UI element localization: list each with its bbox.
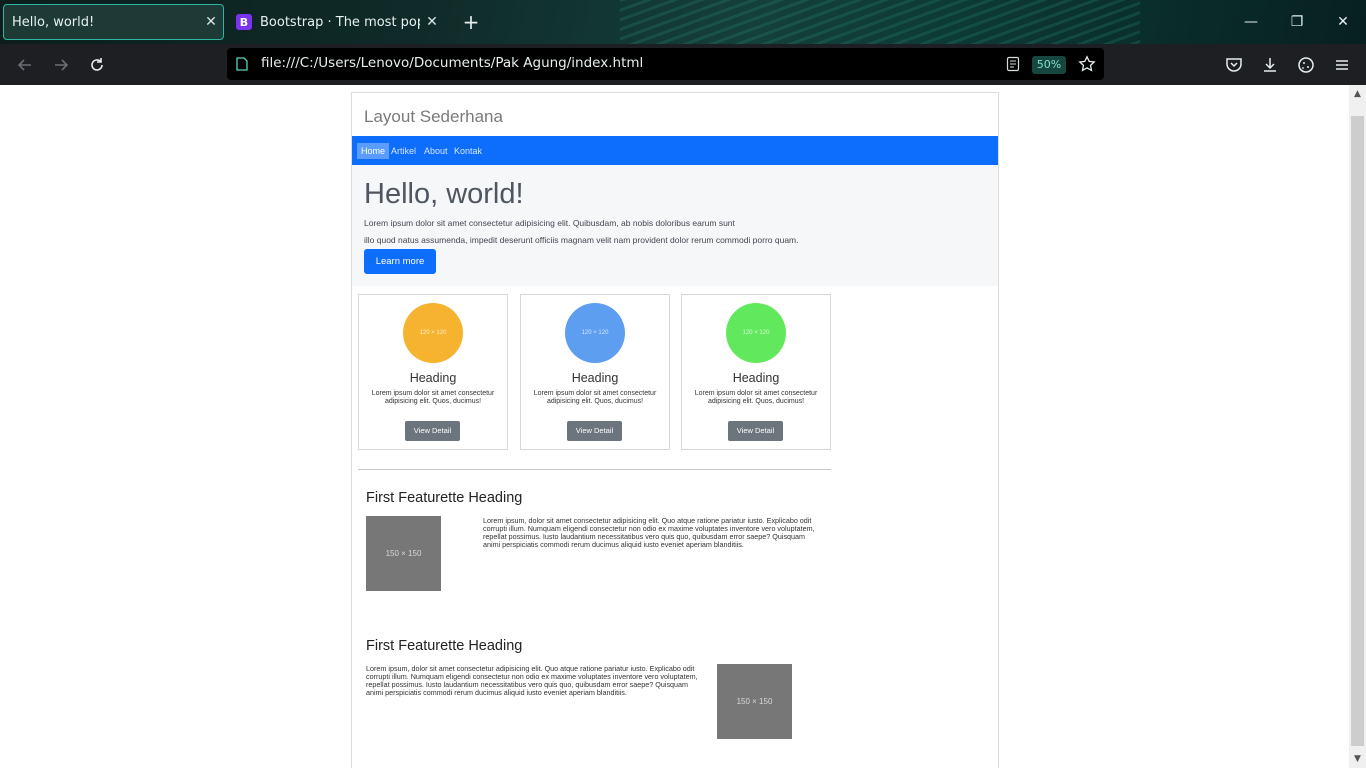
tab-title: Bootstrap · The most popular HTML: [260, 14, 420, 30]
card-heading: Heading: [409, 371, 457, 385]
downloads-button[interactable]: [1257, 52, 1283, 78]
view-detail-button[interactable]: View Detail: [728, 421, 783, 441]
card-text: Lorem ipsum dolor sit amet consectetur a…: [371, 390, 495, 405]
tab-strip: Hello, world! ✕ B Bootstrap · The most p…: [0, 0, 1366, 44]
menu-button[interactable]: [1329, 52, 1355, 78]
card-heading: Heading: [571, 371, 619, 385]
site-title: Layout Sederhana: [364, 107, 503, 126]
close-window-button[interactable]: ✕: [1331, 10, 1355, 34]
forward-arrow-icon: [55, 59, 69, 71]
download-icon: [1264, 58, 1276, 72]
featurette-text: Lorem ipsum, dolor sit amet consectetur …: [366, 664, 698, 697]
hamburger-menu-icon: [1336, 60, 1348, 70]
jumbotron: Hello, world! Lorem ipsum dolor sit amet…: [352, 165, 998, 286]
card: 120 × 120 Heading Lorem ipsum dolor sit …: [681, 294, 831, 450]
featurette-text: Lorem ipsum, dolor sit amet consectetur …: [483, 516, 815, 549]
file-page-icon: [236, 57, 248, 71]
scroll-up-arrow-icon[interactable]: ▲: [1349, 86, 1366, 102]
learn-more-button[interactable]: Learn more: [364, 249, 436, 274]
cookie-icon: [1298, 57, 1314, 73]
jumbotron-text-line: Lorem ipsum dolor sit amet consectetur a…: [364, 218, 735, 228]
bookmark-star-icon: [1078, 55, 1096, 72]
zoom-level-badge[interactable]: 50%: [1032, 56, 1066, 74]
tab-title: Hello, world!: [12, 14, 95, 30]
jumbotron-text-line: illo quod natus assumenda, impedit deser…: [364, 234, 799, 245]
card: 120 × 120 Heading Lorem ipsum dolor sit …: [520, 294, 670, 450]
page-container: Layout Sederhana Home Artikel About Kont…: [351, 92, 999, 768]
bootstrap-favicon-icon: B: [236, 14, 252, 30]
card-text: Lorem ipsum dolor sit amet consectetur a…: [694, 390, 818, 405]
tab-close-icon[interactable]: ✕: [420, 14, 444, 30]
reload-icon: [91, 58, 103, 71]
card-placeholder-image: 120 × 120: [565, 303, 625, 363]
pocket-button[interactable]: [1221, 52, 1247, 78]
divider: [358, 469, 831, 470]
minimize-button[interactable]: —: [1239, 10, 1263, 34]
jumbotron-text: Lorem ipsum dolor sit amet consectetur a…: [364, 215, 824, 248]
tab-bootstrap[interactable]: B Bootstrap · The most popular HTML ✕: [234, 4, 444, 40]
pocket-icon: [1226, 58, 1242, 72]
reload-button[interactable]: [84, 52, 110, 78]
view-detail-button[interactable]: View Detail: [567, 421, 622, 441]
browser-toolbar: file:///C:/Users/Lenovo/Documents/Pak Ag…: [0, 44, 1366, 85]
card-placeholder-image: 120 × 120: [726, 303, 786, 363]
new-tab-button[interactable]: +: [460, 10, 482, 34]
restore-button[interactable]: ❐: [1285, 10, 1309, 34]
view-detail-button[interactable]: View Detail: [405, 421, 460, 441]
url-text[interactable]: file:///C:/Users/Lenovo/Documents/Pak Ag…: [261, 55, 643, 71]
back-arrow-icon: [17, 59, 31, 71]
card-heading: Heading: [732, 371, 780, 385]
card-text: Lorem ipsum dolor sit amet consectetur a…: [533, 390, 657, 405]
scroll-down-arrow-icon[interactable]: ▼: [1349, 751, 1366, 767]
featurette-heading: First Featurette Heading: [366, 490, 523, 506]
card: 120 × 120 Heading Lorem ipsum dolor sit …: [358, 294, 508, 450]
card-placeholder-image: 120 × 120: [403, 303, 463, 363]
featurette-placeholder-image: 150 × 150: [717, 664, 792, 739]
address-bar[interactable]: file:///C:/Users/Lenovo/Documents/Pak Ag…: [227, 48, 1104, 80]
cookie-button[interactable]: [1293, 52, 1319, 78]
back-button[interactable]: [12, 52, 38, 78]
tab-close-icon[interactable]: ✕: [199, 14, 223, 30]
nav-link-artikel[interactable]: Artikel: [391, 144, 416, 158]
page-viewport: Layout Sederhana Home Artikel About Kont…: [0, 85, 1349, 768]
nav-link-home[interactable]: Home: [357, 143, 390, 159]
tab-hello-world[interactable]: Hello, world! ✕: [3, 4, 224, 40]
site-navbar: Home Artikel About Kontak: [352, 136, 998, 165]
jumbotron-title: Hello, world!: [364, 178, 524, 210]
reader-view-icon: [1006, 56, 1020, 72]
featurette-placeholder-image: 150 × 150: [366, 516, 441, 591]
forward-button[interactable]: [48, 52, 74, 78]
nav-link-kontak[interactable]: Kontak: [454, 144, 482, 158]
featurette-heading: First Featurette Heading: [366, 638, 523, 654]
nav-link-about[interactable]: About: [424, 144, 448, 158]
scrollbar-thumb[interactable]: [1351, 116, 1364, 746]
